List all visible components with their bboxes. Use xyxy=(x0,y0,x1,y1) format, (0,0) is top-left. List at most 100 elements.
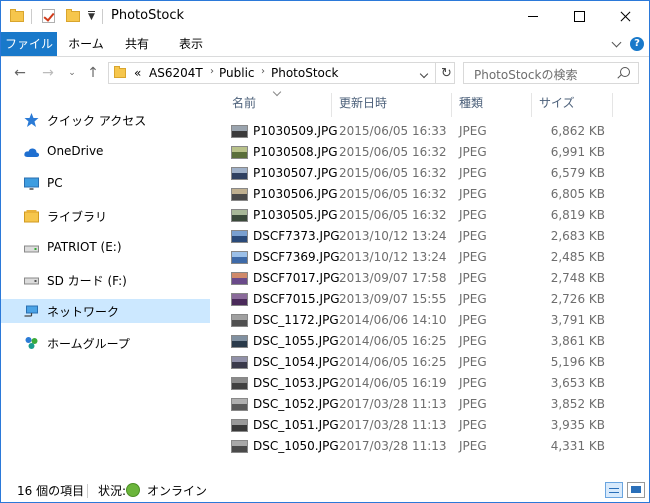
file-size: 3,653 KB xyxy=(550,376,605,390)
navigation-bar: ← → ⌄ ↑ « AS6204T › Public › PhotoStock … xyxy=(1,57,649,91)
column-header-date[interactable]: 更新日時 xyxy=(339,94,387,116)
breadcrumb-as6204t[interactable]: AS6204T xyxy=(149,66,203,80)
file-row[interactable]: P1030505.JPG 2015/06/05 16:32 JPEG 6,819 KB xyxy=(228,206,621,227)
status-value: オンライン xyxy=(147,484,208,498)
column-divider[interactable] xyxy=(612,93,613,117)
properties-icon[interactable] xyxy=(42,9,56,23)
breadcrumb-public[interactable]: Public xyxy=(219,66,255,80)
breadcrumb-photostock[interactable]: PhotoStock xyxy=(271,66,338,80)
file-date: 2017/03/28 11:13 xyxy=(339,397,447,411)
file-date: 2017/03/28 11:13 xyxy=(339,439,447,453)
close-button[interactable] xyxy=(602,1,648,32)
file-row[interactable]: DSC_1172.JPG 2014/06/06 14:10 JPEG 3,791 KB xyxy=(228,311,621,332)
column-header-size[interactable]: サイズ xyxy=(539,94,575,116)
file-name: P1030508.JPG xyxy=(253,145,338,159)
back-button[interactable]: ← xyxy=(11,64,29,82)
breadcrumb-separator-icon[interactable]: › xyxy=(210,66,214,77)
details-view-button[interactable] xyxy=(605,482,623,498)
folder-icon xyxy=(10,9,24,23)
file-row[interactable]: DSCF7017.JPG 2013/09/07 17:58 JPEG 2,748 KB xyxy=(228,269,621,290)
expand-ribbon-icon[interactable] xyxy=(611,37,622,48)
file-row[interactable]: DSC_1054.JPG 2014/06/05 16:25 JPEG 5,196 KB xyxy=(228,353,621,374)
sidebar-item-patriot[interactable]: PATRIOT (E:) xyxy=(1,236,210,260)
file-name: DSCF7015.JPG xyxy=(253,292,340,306)
file-row[interactable]: DSC_1053.JPG 2014/06/05 16:19 JPEG 3,653 KB xyxy=(228,374,621,395)
tab-view[interactable]: 表示 xyxy=(169,32,213,56)
minimize-button[interactable] xyxy=(510,1,556,32)
tab-share[interactable]: 共有 xyxy=(116,32,158,56)
file-type: JPEG xyxy=(459,355,487,369)
file-date: 2013/10/12 13:24 xyxy=(339,229,447,243)
file-type: JPEG xyxy=(459,418,487,432)
file-type: JPEG xyxy=(459,145,487,159)
new-folder-icon[interactable] xyxy=(66,9,80,23)
file-name: DSCF7369.JPG xyxy=(253,250,340,264)
tab-file[interactable]: ファイル xyxy=(1,32,57,56)
explorer-window: ▼ PhotoStock ファイル ホーム 共有 表示 ? ← → ⌄ ↑ « … xyxy=(0,0,650,503)
sidebar-item-onedrive[interactable]: OneDrive xyxy=(1,140,210,164)
file-row[interactable]: DSC_1051.JPG 2017/03/28 11:13 JPEG 3,935 KB xyxy=(228,416,621,437)
file-row[interactable]: DSCF7373.JPG 2013/10/12 13:24 JPEG 2,683 KB xyxy=(228,227,621,248)
file-row[interactable]: DSC_1055.JPG 2014/06/05 16:25 JPEG 3,861 KB xyxy=(228,332,621,353)
recent-locations-icon[interactable]: ⌄ xyxy=(63,64,81,82)
file-size: 3,852 KB xyxy=(550,397,605,411)
sidebar-item-network[interactable]: ネットワーク xyxy=(1,299,210,323)
large-icons-view-button[interactable] xyxy=(627,482,645,498)
address-bar[interactable]: « AS6204T › Public › PhotoStock ↻ xyxy=(108,62,455,84)
file-row[interactable]: DSC_1052.JPG 2017/03/28 11:13 JPEG 3,852 KB xyxy=(228,395,621,416)
sidebar-item-sd-card[interactable]: SD カード (F:) xyxy=(1,268,210,292)
file-date: 2013/09/07 15:55 xyxy=(339,292,447,306)
column-divider[interactable] xyxy=(331,93,332,117)
tab-home[interactable]: ホーム xyxy=(62,32,110,56)
image-thumbnail-icon xyxy=(231,188,248,201)
chevron-down-icon[interactable]: ▼ xyxy=(88,12,95,22)
file-row[interactable]: P1030508.JPG 2015/06/05 16:32 JPEG 6,991 KB xyxy=(228,143,621,164)
star-icon xyxy=(24,113,39,127)
up-button[interactable]: ↑ xyxy=(84,64,102,82)
sidebar-item-quick-access[interactable]: クイック アクセス xyxy=(1,108,210,132)
breadcrumb-overflow[interactable]: « xyxy=(134,66,141,80)
file-row[interactable]: DSCF7015.JPG 2013/09/07 15:55 JPEG 2,726 KB xyxy=(228,290,621,311)
file-date: 2017/03/28 11:13 xyxy=(339,418,447,432)
sync-online-icon xyxy=(126,483,140,497)
image-thumbnail-icon xyxy=(231,377,248,390)
column-header-name[interactable]: 名前 xyxy=(232,94,256,116)
file-type: JPEG xyxy=(459,208,487,222)
file-row[interactable]: P1030507.JPG 2015/06/05 16:32 JPEG 6,579 KB xyxy=(228,164,621,185)
sidebar-item-homegroup[interactable]: ホームグループ xyxy=(1,331,210,355)
sidebar-item-pc[interactable]: PC xyxy=(1,172,210,196)
window-title: PhotoStock xyxy=(111,8,185,23)
help-icon[interactable]: ? xyxy=(630,37,644,51)
monitor-icon xyxy=(24,177,39,190)
address-dropdown-icon[interactable] xyxy=(419,69,429,79)
file-name: P1030506.JPG xyxy=(253,187,338,201)
divider xyxy=(87,484,88,498)
file-row[interactable]: DSC_1050.JPG 2017/03/28 11:13 JPEG 4,331 KB xyxy=(228,437,621,458)
image-thumbnail-icon xyxy=(231,209,248,222)
refresh-button[interactable]: ↻ xyxy=(435,63,456,83)
file-date: 2013/10/12 13:24 xyxy=(339,250,447,264)
file-size: 6,991 KB xyxy=(550,145,605,159)
drive-icon xyxy=(24,277,39,285)
image-thumbnail-icon xyxy=(231,356,248,369)
divider xyxy=(31,9,32,24)
sidebar-item-library[interactable]: ライブラリ xyxy=(1,204,210,228)
breadcrumb-separator-icon[interactable]: › xyxy=(261,66,265,77)
sidebar-item-label: ネットワーク xyxy=(47,305,120,319)
file-type: JPEG xyxy=(459,250,487,264)
maximize-button[interactable] xyxy=(556,1,602,32)
file-name: DSC_1054.JPG xyxy=(253,355,339,369)
forward-button[interactable]: → xyxy=(39,64,57,82)
file-row[interactable]: P1030509.JPG 2015/06/05 16:33 JPEG 6,862 KB xyxy=(228,122,621,143)
file-row[interactable]: P1030506.JPG 2015/06/05 16:32 JPEG 6,805 KB xyxy=(228,185,621,206)
column-header-type[interactable]: 種類 xyxy=(459,94,483,116)
file-size: 3,791 KB xyxy=(550,313,605,327)
file-row[interactable]: DSCF7369.JPG 2013/10/12 13:24 JPEG 2,485 KB xyxy=(228,248,621,269)
search-box[interactable]: PhotoStockの検索 xyxy=(463,62,639,84)
library-icon xyxy=(24,210,39,223)
column-divider[interactable] xyxy=(451,93,452,117)
file-type: JPEG xyxy=(459,271,487,285)
item-count: 16 個の項目 xyxy=(17,484,85,498)
column-divider[interactable] xyxy=(531,93,532,117)
image-thumbnail-icon xyxy=(231,293,248,306)
